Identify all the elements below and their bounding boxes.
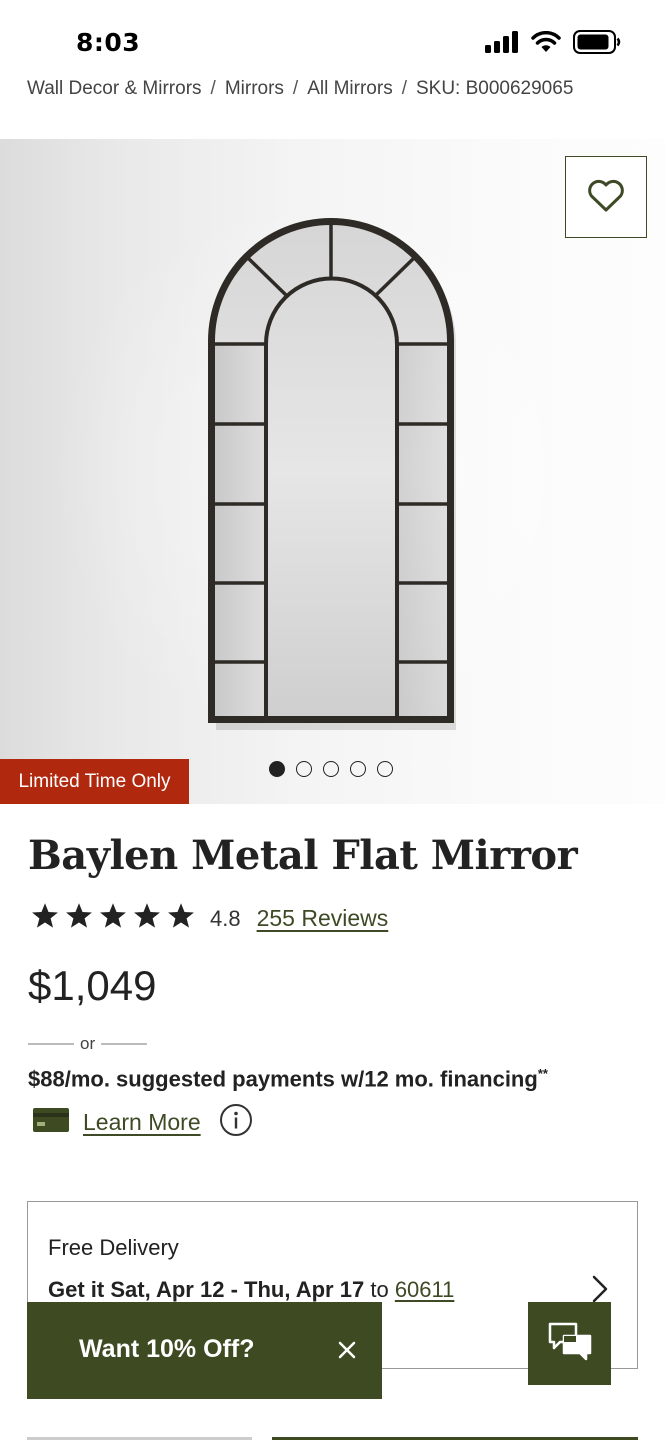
limited-time-badge: Limited Time Only (0, 759, 189, 804)
carousel-dot-1[interactable] (269, 761, 285, 777)
star-icon (132, 902, 162, 935)
status-time: 8:03 (76, 28, 141, 57)
wifi-icon (531, 30, 561, 58)
credit-card-icon (33, 1108, 69, 1137)
reviews-link[interactable]: 255 Reviews (257, 905, 389, 932)
chat-bubbles-icon (548, 1321, 592, 1366)
delivery-date-range: Get it Sat, Apr 12 - Thu, Apr 17 (48, 1277, 365, 1302)
breadcrumb-item-sku: SKU: B000629065 (415, 78, 574, 99)
breadcrumb-separator: / (401, 78, 407, 99)
carousel-dot-5[interactable] (377, 761, 393, 777)
carousel-dots (269, 761, 393, 777)
info-icon[interactable] (219, 1103, 253, 1142)
delivery-to-text: to (370, 1277, 389, 1302)
learn-more-link[interactable]: Learn More (83, 1109, 201, 1136)
product-image-gallery[interactable]: Limited Time Only (0, 139, 665, 804)
rating-stars (30, 902, 196, 935)
promo-label[interactable]: Want 10% Off? (79, 1335, 254, 1364)
close-icon[interactable] (337, 1340, 357, 1365)
star-icon (98, 902, 128, 935)
star-icon (30, 902, 60, 935)
product-price: $1,049 (28, 962, 157, 1009)
financing-label: $88/mo. suggested payments w/12 mo. fina… (28, 1066, 538, 1092)
financing-text: $88/mo. suggested payments w/12 mo. fina… (28, 1066, 548, 1092)
learn-more-row: Learn More (33, 1103, 253, 1142)
rating-value: 4.8 (210, 905, 241, 931)
cellular-signal-icon (485, 31, 519, 58)
breadcrumb-item-all-mirrors[interactable]: All Mirrors (307, 78, 393, 99)
delivery-estimate: Get it Sat, Apr 12 - Thu, Apr 17 to 6061… (48, 1277, 454, 1303)
star-icon (64, 902, 94, 935)
financing-footnote: ** (537, 1066, 548, 1081)
star-icon (166, 902, 196, 935)
product-title: Baylen Metal Flat Mirror (28, 832, 578, 879)
breadcrumb-separator: / (292, 78, 299, 99)
rating-row: 4.8 255 Reviews (30, 902, 388, 935)
zip-code-link[interactable]: 60611 (395, 1277, 455, 1302)
battery-icon (573, 30, 621, 59)
divider-line (28, 1043, 74, 1045)
or-text: or (80, 1034, 96, 1053)
divider-line (101, 1043, 148, 1045)
breadcrumb-item-wall-decor[interactable]: Wall Decor & Mirrors (27, 78, 202, 99)
breadcrumb: Wall Decor & Mirrors / Mirrors / All Mirrors… (27, 78, 647, 100)
heart-icon (587, 179, 625, 216)
carousel-dot-3[interactable] (323, 761, 339, 777)
carousel-dot-2[interactable] (296, 761, 312, 777)
promo-banner[interactable]: Want 10% Off? (27, 1302, 382, 1399)
wishlist-button[interactable] (565, 156, 647, 238)
bottom-tabs (27, 1410, 638, 1440)
breadcrumb-separator: / (210, 78, 216, 99)
status-icons (485, 30, 621, 59)
or-divider: or (28, 1034, 148, 1054)
product-image-mirror (208, 218, 456, 730)
chat-button[interactable] (528, 1302, 611, 1385)
breadcrumb-item-mirrors[interactable]: Mirrors (225, 78, 284, 99)
status-bar: 8:03 (0, 0, 665, 80)
carousel-dot-4[interactable] (350, 761, 366, 777)
delivery-title: Free Delivery (48, 1235, 179, 1260)
